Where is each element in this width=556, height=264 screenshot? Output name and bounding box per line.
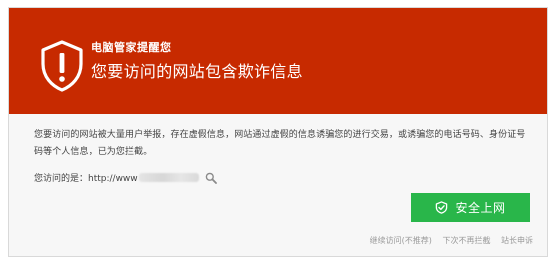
- visited-url-row: 您访问的是：http://www: [34, 171, 217, 184]
- appeal-link[interactable]: 站长申诉: [501, 236, 533, 245]
- magnifier-icon[interactable]: [205, 172, 217, 184]
- no-block-link[interactable]: 下次不再拦截: [442, 236, 490, 245]
- visited-url-label: 您访问的是：http://www: [34, 174, 138, 184]
- block-page: 电脑管家提醒您 您要访问的网站包含欺诈信息 您要访问的网站被大量用户举报，存在虚…: [0, 0, 556, 264]
- continue-visit-link[interactable]: 继续访问(不推荐): [370, 236, 432, 245]
- blurred-url: [138, 173, 199, 182]
- brand-title: 电脑管家提醒您: [91, 41, 172, 54]
- shield-check-icon: [436, 201, 448, 214]
- safe-browse-label: 安全上网: [455, 201, 506, 215]
- shield-warning-icon: [41, 40, 83, 92]
- warning-banner: 电脑管家提醒您 您要访问的网站包含欺诈信息: [9, 8, 547, 114]
- warning-headline: 您要访问的网站包含欺诈信息: [91, 62, 303, 81]
- safe-browse-button[interactable]: 安全上网: [411, 193, 530, 222]
- warning-description: 您要访问的网站被大量用户举报，存在虚假信息，网站通过虚假的信息诱骗您的进行交易，…: [34, 130, 526, 157]
- warning-card: 电脑管家提醒您 您要访问的网站包含欺诈信息 您要访问的网站被大量用户举报，存在虚…: [8, 7, 548, 257]
- footer-links: 继续访问(不推荐) 下次不再拦截 站长申诉: [362, 235, 533, 246]
